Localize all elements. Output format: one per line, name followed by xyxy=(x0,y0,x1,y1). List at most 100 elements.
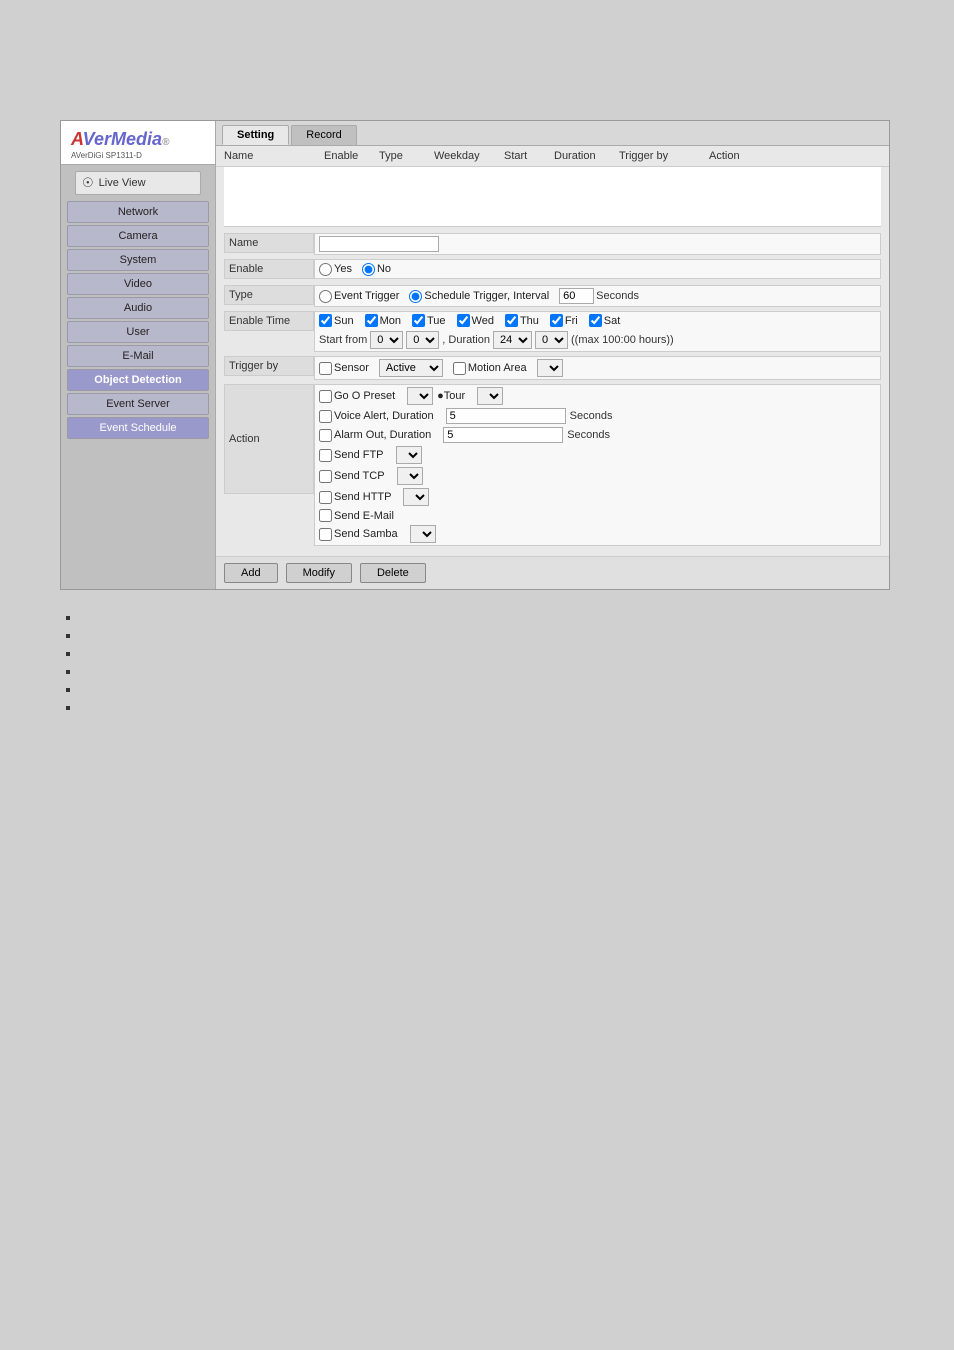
col-action: Action xyxy=(709,150,769,162)
enable-no-radio[interactable] xyxy=(362,263,375,276)
send-ftp-label[interactable]: Send FTP xyxy=(319,449,384,462)
voice-alert-label[interactable]: Voice Alert, Duration xyxy=(319,410,434,423)
sensor-checkbox[interactable] xyxy=(319,362,332,375)
type-schedule-radio[interactable] xyxy=(409,290,422,303)
sidebar-item-network[interactable]: Network xyxy=(67,201,209,223)
sidebar-item-camera[interactable]: Camera xyxy=(67,225,209,247)
sensor-checkbox-label[interactable]: Sensor xyxy=(319,362,369,375)
enable-time-label: Enable Time xyxy=(224,311,314,331)
sidebar-item-audio[interactable]: Audio xyxy=(67,297,209,319)
preset-select[interactable] xyxy=(407,387,433,405)
send-http-text: Send HTTP xyxy=(334,491,391,503)
send-tcp-select[interactable] xyxy=(397,467,423,485)
alarm-duration-input[interactable] xyxy=(443,427,563,443)
trigger-row: Trigger by Sensor ActiveInactive Motion … xyxy=(224,356,881,380)
day-sun[interactable]: Sun xyxy=(319,314,354,327)
table-body xyxy=(224,167,881,227)
form-area: Name Enable Yes xyxy=(216,227,889,556)
sidebar-item-event-schedule[interactable]: Event Schedule xyxy=(67,417,209,439)
name-input[interactable] xyxy=(319,236,439,252)
tour-select[interactable] xyxy=(477,387,503,405)
send-tcp-label[interactable]: Send TCP xyxy=(319,470,385,483)
voice-duration-input[interactable] xyxy=(446,408,566,424)
interval-input[interactable] xyxy=(559,288,594,304)
nav-menu: Network Camera System Video Audio User E… xyxy=(61,201,215,439)
alarm-out-label[interactable]: Alarm Out, Duration xyxy=(319,429,431,442)
motion-area-checkbox[interactable] xyxy=(453,362,466,375)
add-button[interactable]: Add xyxy=(224,563,278,583)
tour-label[interactable]: ● Tour xyxy=(437,390,465,402)
sidebar-item-system[interactable]: System xyxy=(67,249,209,271)
bullet-item-2 xyxy=(80,628,894,642)
tab-setting[interactable]: Setting xyxy=(222,125,289,145)
enable-time-control: Sun Mon Tue Wed Thu Fri Sat Start from xyxy=(314,311,881,352)
enable-no-label[interactable]: No xyxy=(362,263,391,276)
live-view-label: Live View xyxy=(99,177,146,189)
sidebar-item-email[interactable]: E-Mail xyxy=(67,345,209,367)
motion-area-text: Motion Area xyxy=(468,362,527,374)
send-samba-select[interactable] xyxy=(410,525,436,543)
alarm-out-checkbox[interactable] xyxy=(319,429,332,442)
go-preset-label[interactable]: Go O Preset xyxy=(319,390,395,403)
table-header: Name Enable Type Weekday Start Duration … xyxy=(216,146,889,167)
col-trigger: Trigger by xyxy=(619,150,709,162)
action-row: Action Go O Preset ● xyxy=(224,384,881,546)
live-view-button[interactable]: ☉ Live View xyxy=(75,171,201,195)
duration-hour-select[interactable]: 24 xyxy=(493,331,532,349)
send-samba-line: Send Samba xyxy=(319,525,436,543)
send-http-select[interactable] xyxy=(403,488,429,506)
send-ftp-checkbox[interactable] xyxy=(319,449,332,462)
name-row: Name xyxy=(224,233,881,255)
type-event-label[interactable]: Event Trigger xyxy=(319,290,399,303)
scroll-content[interactable]: Name Enable Type Weekday Start Duration … xyxy=(216,146,889,589)
day-thu[interactable]: Thu xyxy=(505,314,539,327)
sidebar-item-video[interactable]: Video xyxy=(67,273,209,295)
bullet-item-6 xyxy=(80,700,894,714)
motion-area-label[interactable]: Motion Area xyxy=(453,362,527,375)
send-http-checkbox[interactable] xyxy=(319,491,332,504)
send-ftp-select[interactable] xyxy=(396,446,422,464)
go-preset-checkbox[interactable] xyxy=(319,390,332,403)
enable-row: Enable Yes No xyxy=(224,259,881,281)
motion-area-select[interactable] xyxy=(537,359,563,377)
duration-min-select[interactable]: 0 xyxy=(535,331,568,349)
preset-tour-line: Go O Preset ● Tour xyxy=(319,387,503,405)
duration-label: , Duration xyxy=(442,334,490,346)
sensor-select[interactable]: ActiveInactive xyxy=(379,359,443,377)
start-hour-select[interactable]: 06 xyxy=(370,331,403,349)
modify-button[interactable]: Modify xyxy=(286,563,352,583)
send-http-line: Send HTTP xyxy=(319,488,429,506)
day-wed[interactable]: Wed xyxy=(457,314,494,327)
enable-yes-label[interactable]: Yes xyxy=(319,263,352,276)
send-samba-checkbox[interactable] xyxy=(319,528,332,541)
trigger-label: Trigger by xyxy=(224,356,314,376)
enable-yes-radio[interactable] xyxy=(319,263,332,276)
sidebar-item-object-detection[interactable]: Object Detection xyxy=(67,369,209,391)
send-http-label[interactable]: Send HTTP xyxy=(319,491,391,504)
send-email-text: Send E-Mail xyxy=(334,510,394,522)
send-email-checkbox[interactable] xyxy=(319,509,332,522)
type-schedule-label[interactable]: Schedule Trigger, Interval xyxy=(409,290,549,303)
live-view-icon: ☉ xyxy=(82,175,94,191)
send-ftp-text: Send FTP xyxy=(334,449,384,461)
send-tcp-text: Send TCP xyxy=(334,470,385,482)
day-fri[interactable]: Fri xyxy=(550,314,578,327)
type-label: Type xyxy=(224,285,314,305)
tab-record[interactable]: Record xyxy=(291,125,356,145)
day-mon[interactable]: Mon xyxy=(365,314,401,327)
type-event-radio[interactable] xyxy=(319,290,332,303)
col-duration: Duration xyxy=(554,150,619,162)
alarm-out-line: Alarm Out, Duration Seconds xyxy=(319,427,610,443)
send-email-label[interactable]: Send E-Mail xyxy=(319,509,394,522)
start-min-select[interactable]: 0 xyxy=(406,331,439,349)
send-samba-label[interactable]: Send Samba xyxy=(319,528,398,541)
day-tue[interactable]: Tue xyxy=(412,314,446,327)
sidebar-item-user[interactable]: User xyxy=(67,321,209,343)
delete-button[interactable]: Delete xyxy=(360,563,426,583)
type-control: Event Trigger Schedule Trigger, Interval… xyxy=(314,285,881,307)
voice-alert-checkbox[interactable] xyxy=(319,410,332,423)
sidebar-item-event-server[interactable]: Event Server xyxy=(67,393,209,415)
day-sat[interactable]: Sat xyxy=(589,314,621,327)
send-tcp-checkbox[interactable] xyxy=(319,470,332,483)
trigger-control: Sensor ActiveInactive Motion Area xyxy=(314,356,881,380)
